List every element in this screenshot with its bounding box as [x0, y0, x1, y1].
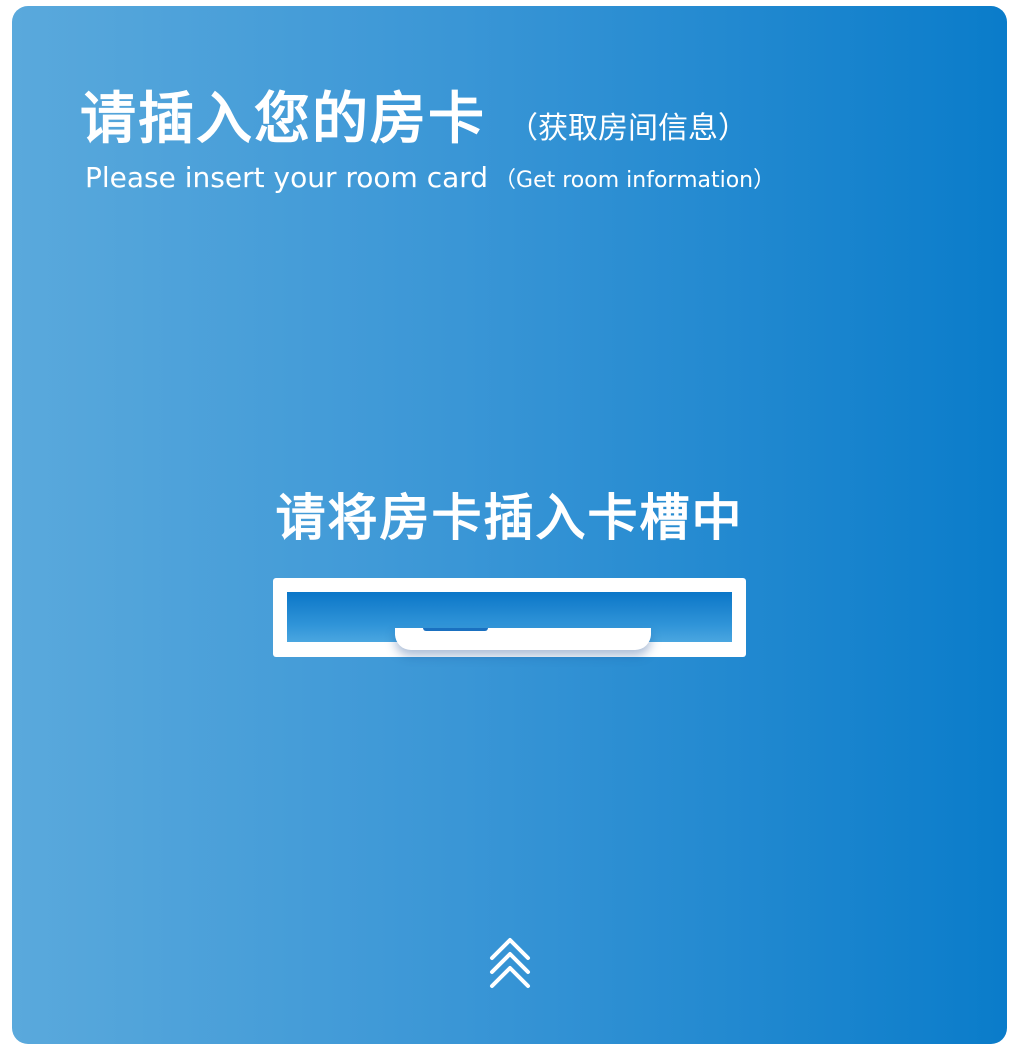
room-card-illustration [395, 628, 651, 650]
insert-card-panel: 请插入您的房卡 （获取房间信息） Please insert your room … [12, 6, 1007, 1044]
title-english-note: （Get room information） [494, 168, 776, 193]
title-english: Please insert your room card [85, 161, 489, 194]
title-chinese: 请插入您的房卡 [80, 87, 486, 152]
page-title: 请插入您的房卡 （获取房间信息） [80, 74, 748, 155]
title-chinese-note: （获取房间信息） [508, 111, 748, 146]
double-chevron-up-icon[interactable] [488, 930, 532, 992]
card-slot-opening [287, 592, 732, 650]
insert-instruction: 请将房卡插入卡槽中 [275, 489, 744, 547]
page-subtitle: Please insert your room card （Get room in… [85, 161, 775, 194]
card-shadow [423, 628, 488, 631]
card-slot-illustration [273, 578, 746, 657]
